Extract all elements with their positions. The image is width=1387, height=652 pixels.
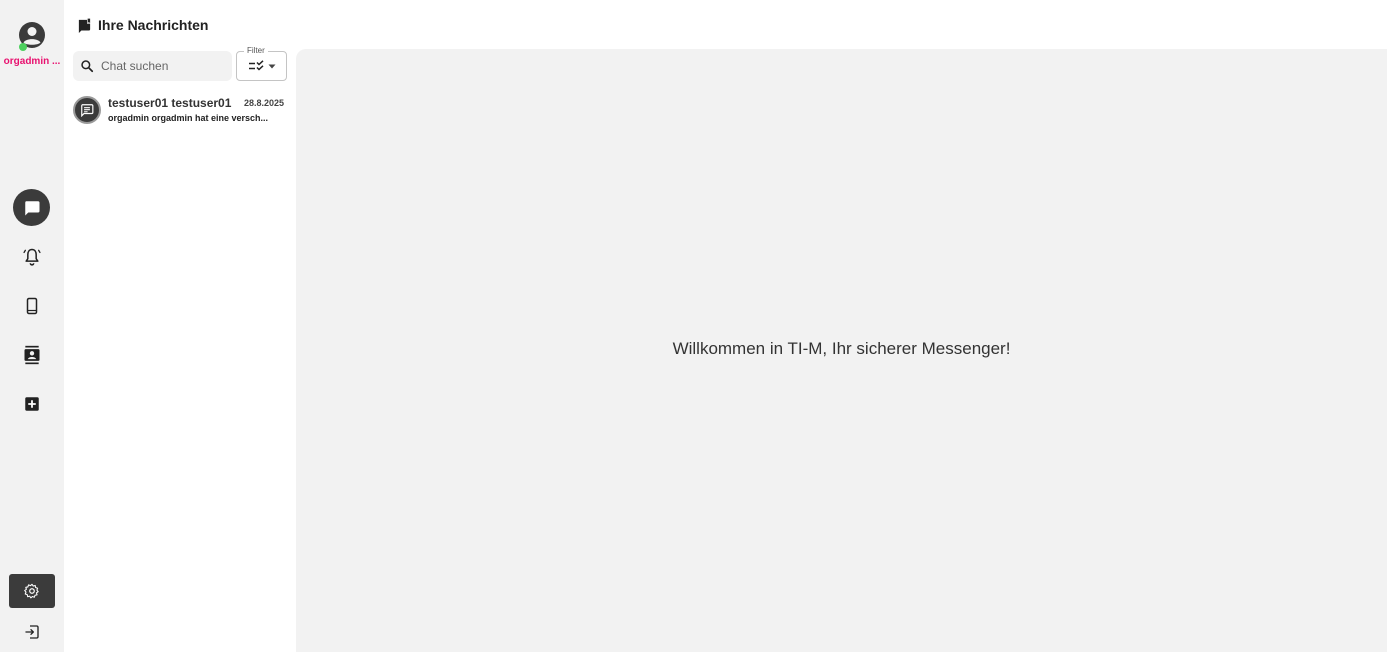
filter-label: Filter: [244, 45, 268, 57]
chat-icon: [24, 200, 39, 215]
filter-checklist-icon: [248, 60, 264, 71]
chevron-down-icon: [268, 64, 275, 68]
page-title: Ihre Nachrichten: [98, 17, 209, 33]
nav-new-button[interactable]: [16, 388, 48, 420]
nav-settings-button[interactable]: [9, 574, 55, 608]
nav-contacts-button[interactable]: [16, 339, 48, 371]
main-panel: Willkommen in TI-M, Ihr sicherer Messeng…: [296, 49, 1387, 652]
message-icon: [81, 104, 94, 117]
chat-flag-icon: [78, 18, 91, 33]
chat-name: testuser01 testuser01: [108, 96, 232, 110]
chat-search-box[interactable]: [73, 51, 232, 81]
logout-icon: [25, 625, 39, 639]
nav-logout-button[interactable]: [16, 616, 48, 648]
user-avatar[interactable]: [18, 21, 46, 51]
add-box-icon: [25, 397, 39, 411]
chat-list-item[interactable]: testuser01 testuser01 28.8.2025 orgadmin…: [70, 92, 292, 130]
filter-select[interactable]: Filter: [236, 45, 287, 81]
app-window: orgadmin ... Ihre Nachrichten Chat suche…: [0, 0, 1387, 652]
nav-notifications-button[interactable]: [16, 241, 48, 273]
welcome-message: Willkommen in TI-M, Ihr sicherer Messeng…: [672, 339, 1011, 358]
chat-search-input[interactable]: [101, 59, 221, 73]
bell-icon: [23, 248, 41, 266]
nav-rail: orgadmin ...: [0, 0, 64, 652]
nav-devices-button[interactable]: [16, 290, 48, 322]
chat-preview: orgadmin orgadmin hat eine versch...: [108, 113, 269, 123]
nav-chats-button[interactable]: [13, 189, 50, 226]
contacts-icon: [24, 345, 40, 365]
chat-date: 28.8.2025: [243, 98, 284, 108]
phone-icon: [26, 297, 38, 315]
chat-avatar: [73, 96, 101, 124]
gear-icon: [24, 583, 39, 599]
presence-indicator: [19, 43, 27, 51]
user-name: orgadmin ...: [3, 56, 61, 67]
page-header: Ihre Nachrichten: [77, 14, 208, 36]
search-icon: [81, 60, 94, 73]
